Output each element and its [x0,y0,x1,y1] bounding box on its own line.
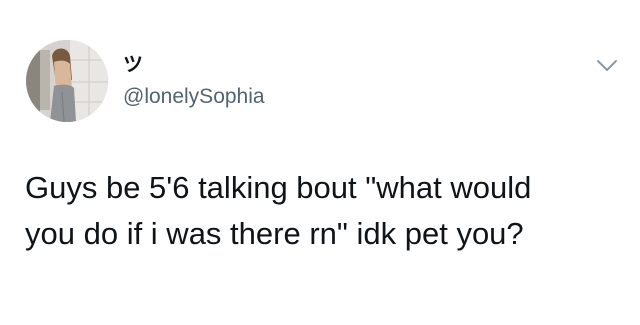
tweet-card: ツ @lonelySophia Guys be 5'6 talking bout… [0,0,640,325]
user-handle[interactable]: @lonelySophia [123,84,265,110]
display-name[interactable]: ツ [123,53,143,77]
avatar[interactable] [26,40,108,122]
tweet-text: Guys be 5'6 talking bout "what would you… [25,170,532,251]
avatar-photo [26,40,108,122]
chevron-down-icon[interactable] [594,56,620,76]
